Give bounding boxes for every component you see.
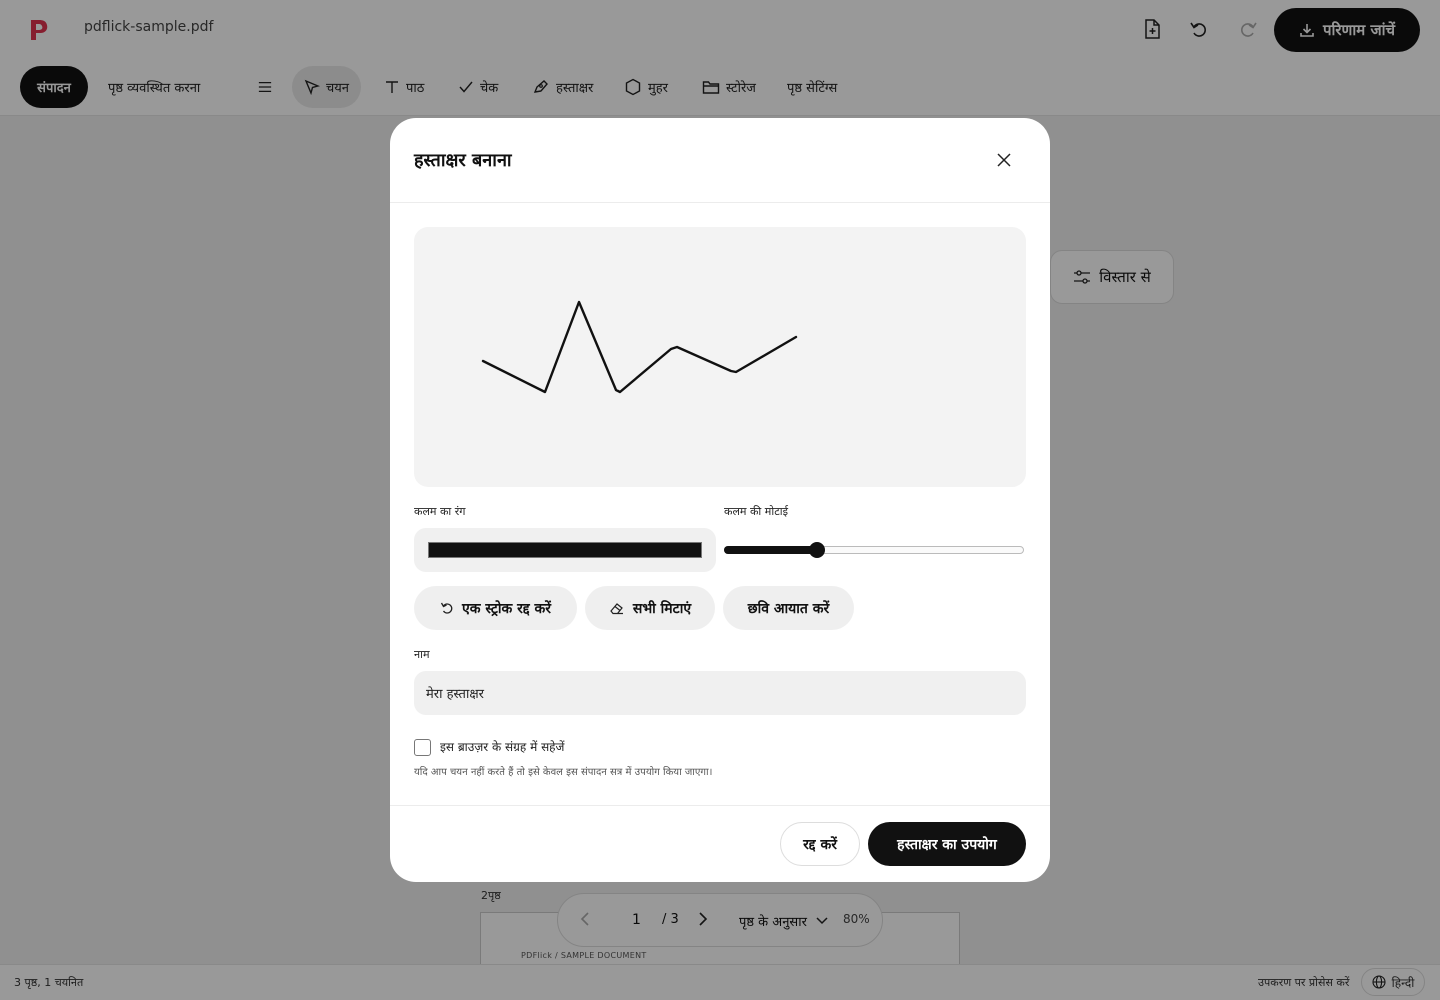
close-icon (997, 153, 1011, 167)
save-to-browser-checkbox[interactable] (414, 739, 431, 756)
pen-width-slider[interactable] (724, 542, 1026, 558)
dialog-footer: रद्द करें हस्ताक्षर का उपयोग (390, 805, 1050, 882)
pen-color-swatch (428, 542, 702, 558)
cancel-button[interactable]: रद्द करें (780, 822, 860, 866)
import-image-label: छवि आयात करें (747, 600, 830, 617)
import-image-button[interactable]: छवि आयात करें (723, 586, 854, 630)
clear-all-button[interactable]: सभी मिटाएं (585, 586, 715, 630)
save-to-browser-label[interactable]: इस ब्राउज़र के संग्रह में सहेजें (440, 738, 564, 755)
pen-width-label: कलम की मोटाई (724, 505, 788, 518)
save-hint-text: यदि आप चयन नहीं करते हैं तो इसे केवल इस … (414, 767, 713, 778)
close-button[interactable] (992, 148, 1016, 172)
dialog-title: हस्ताक्षर बनाना (414, 150, 512, 171)
signature-name-input[interactable] (414, 671, 1026, 715)
use-signature-button[interactable]: हस्ताक्षर का उपयोग (868, 822, 1026, 866)
dialog-header: हस्ताक्षर बनाना (390, 118, 1050, 203)
cancel-label: रद्द करें (803, 836, 837, 853)
undo-icon (440, 602, 453, 614)
pen-color-label: कलम का रंग (414, 505, 466, 518)
clear-all-label: सभी मिटाएं (632, 600, 692, 617)
signature-stroke (481, 300, 798, 394)
eraser-icon (610, 603, 623, 615)
name-label: नाम (414, 648, 430, 661)
undo-stroke-label: एक स्ट्रोक रद्द करें (462, 600, 551, 617)
slider-thumb[interactable] (809, 542, 825, 558)
pen-color-picker[interactable] (414, 528, 716, 572)
signature-dialog: हस्ताक्षर बनाना कलम का रंग कलम की मोटाई … (390, 118, 1050, 882)
undo-stroke-button[interactable]: एक स्ट्रोक रद्द करें (414, 586, 577, 630)
use-signature-label: हस्ताक्षर का उपयोग (897, 836, 997, 853)
slider-fill (724, 546, 817, 554)
signature-drawing-pad[interactable] (414, 227, 1026, 487)
